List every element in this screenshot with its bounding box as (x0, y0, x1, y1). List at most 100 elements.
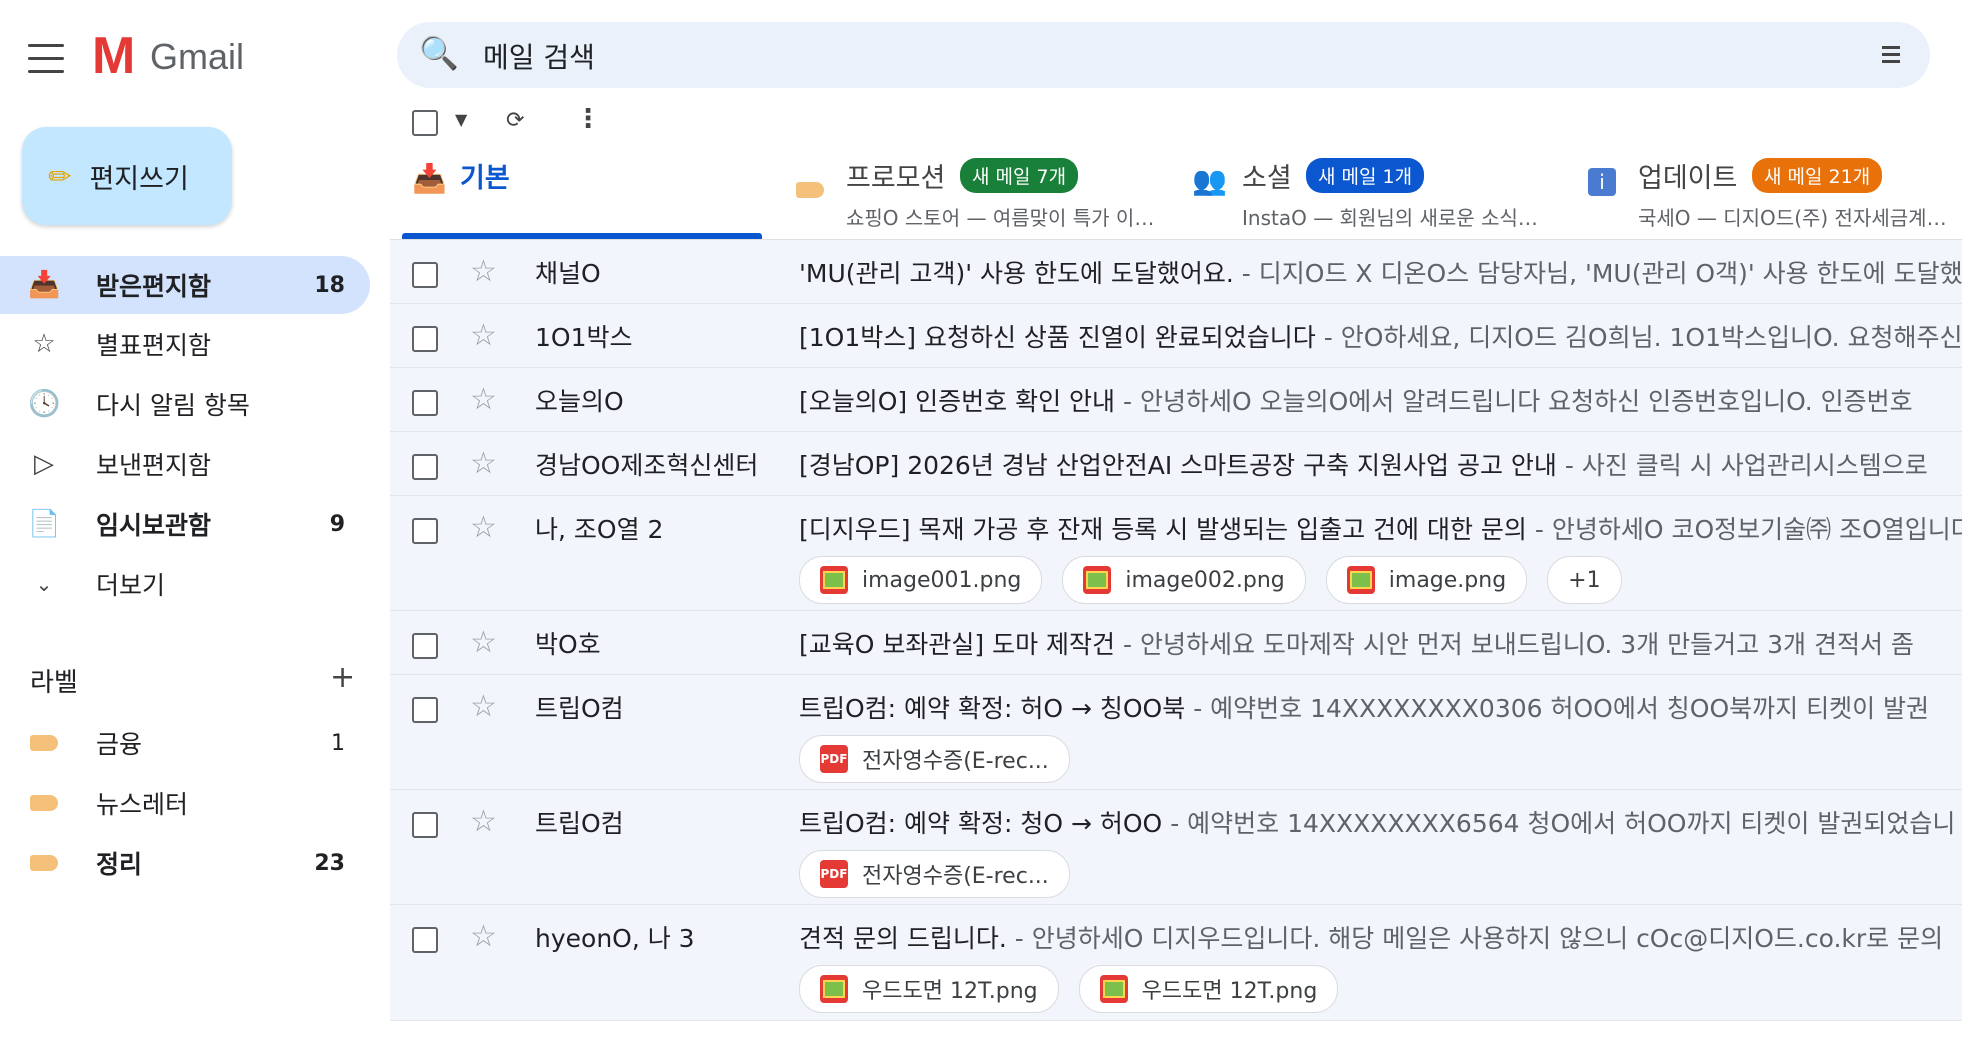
people-icon: 👥 (1192, 164, 1227, 197)
attachment-chip[interactable]: image001.png (799, 556, 1043, 604)
attachment-chip[interactable]: PDF 전자영수증(E-rec... (799, 850, 1070, 898)
tab-badge: 새 메일 7개 (960, 158, 1079, 193)
select-all-checkbox[interactable] (412, 110, 438, 136)
tab-updates[interactable]: i 업데이트 새 메일 21개 국세O — 디지O드(주) 전자세금계산서 (1588, 150, 1962, 240)
image-file-icon (820, 975, 848, 1003)
email-snippet: - 안녕하세O 오늘의O에서 알려드립니다 요청하신 인증번호입니O. 인증번호 (1115, 387, 1913, 416)
email-row[interactable]: ☆ 나, 조O열 2 [디지우드] 목재 가공 후 잔재 등록 시 발생되는 입… (390, 496, 1962, 611)
email-sender: 채널O (535, 259, 601, 288)
email-subject: [1O1박스] 요청하신 상품 진열이 완료되었습니다 (799, 323, 1316, 352)
email-sender: 1O1박스 (535, 323, 633, 352)
image-file-icon (820, 566, 848, 594)
star-icon[interactable]: ☆ (470, 919, 497, 954)
email-snippet: - 안녕하세O 디지우드입니다. 해당 메일은 사용하지 않으니 cOc@디지O… (1006, 924, 1944, 953)
label-tag-icon (28, 788, 60, 818)
tab-preview: InstaO — 회원님의 새로운 소식이 있습니다 (1242, 206, 1552, 230)
sidebar-item-count: 9 (329, 511, 345, 537)
sidebar-item-label: 다시 알림 항목 (96, 391, 250, 420)
email-row[interactable]: ☆ hyeonO, 나 3 견적 문의 드립니다. - 안녕하세O 디지우드입니… (390, 905, 1962, 1021)
sidebar-label-newsletter[interactable]: 뉴스레터 (0, 774, 370, 832)
row-checkbox[interactable] (412, 812, 438, 838)
sidebar-item-label: 임시보관함 (96, 511, 212, 540)
email-row[interactable]: ☆ 채널O 'MU(관리 고객)' 사용 한도에 도달했어요. - 디지O드 X… (390, 240, 1962, 304)
email-sender: 경남OO제조혁신센터 (535, 451, 759, 480)
search-icon[interactable]: 🔍 (419, 34, 459, 72)
search-input[interactable]: 메일 검색 (483, 36, 595, 76)
sidebar-item-sent[interactable]: ▷ 보낸편지함 (0, 435, 370, 493)
email-subject: [교육O 보좌관실] 도마 제작건 (799, 630, 1116, 659)
email-snippet: - 예약번호 14XXXXXXXX0306 허OO에서 칭OO북까지 티켓이 발… (1185, 694, 1930, 723)
star-icon[interactable]: ☆ (470, 446, 497, 481)
star-icon[interactable]: ☆ (470, 382, 497, 417)
search-options-icon[interactable] (1882, 46, 1900, 67)
sidebar-item-starred[interactable]: ☆ 별표편지함 (0, 315, 370, 373)
sidebar-item-count: 18 (314, 272, 345, 298)
star-icon[interactable]: ☆ (470, 625, 497, 660)
row-checkbox[interactable] (412, 326, 438, 352)
sidebar-item-more[interactable]: ⌄ 더보기 (0, 555, 370, 613)
row-checkbox[interactable] (412, 390, 438, 416)
star-icon[interactable]: ☆ (470, 689, 497, 724)
email-row[interactable]: ☆ 트립O컴 트립O컴: 예약 확정: 허O → 칭OO북 - 예약번호 14X… (390, 675, 1962, 790)
tab-label: 프로모션 (846, 163, 946, 194)
email-snippet: - 안O하세요, 디지O드 김O희님. 1O1박스입니O. 요청해주신 (1315, 323, 1962, 352)
attachment-chip[interactable]: 우드도면 12T.png (799, 965, 1059, 1013)
tab-preview: 국세O — 디지O드(주) 전자세금계산서 (1638, 206, 1948, 230)
email-subject: 견적 문의 드립니다. (799, 924, 1007, 953)
inbox-icon: 📥 (28, 270, 61, 300)
main-menu-button[interactable] (28, 44, 64, 74)
email-row[interactable]: ☆ 오늘의O [오늘의O] 인증번호 확인 안내 - 안녕하세O 오늘의O에서 … (390, 368, 1962, 432)
row-checkbox[interactable] (412, 633, 438, 659)
sidebar-item-drafts[interactable]: 📄 임시보관함 9 (0, 495, 370, 553)
star-icon[interactable]: ☆ (470, 254, 497, 289)
sidebar-label-name: 금융 (96, 730, 143, 759)
attachment-chip[interactable]: image.png (1325, 556, 1528, 604)
compose-button[interactable]: ✏ 편지쓰기 (22, 127, 232, 225)
search-bar[interactable]: 🔍 메일 검색 (397, 22, 1930, 88)
more-options-icon[interactable]: ⋮ (575, 104, 601, 134)
tab-promotions[interactable]: 프로모션 새 메일 7개 쇼핑O 스토어 — 여름맞이 특가 이벤트 (796, 150, 1166, 240)
sidebar-label-finance[interactable]: 금융 1 (0, 714, 370, 772)
select-dropdown-icon[interactable]: ▼ (455, 110, 467, 129)
add-label-button[interactable]: + (330, 660, 355, 695)
compose-label: 편지쓰기 (89, 163, 189, 195)
email-snippet: - 예약번호 14XXXXXXXX6564 청O에서 허OO까지 티켓이 발권되… (1162, 809, 1956, 838)
sidebar-item-inbox[interactable]: 📥 받은편지함 18 (0, 256, 370, 314)
tab-preview: 쇼핑O 스토어 — 여름맞이 특가 이벤트 (846, 206, 1166, 230)
tab-social[interactable]: 👥 소셜 새 메일 1개 InstaO — 회원님의 새로운 소식이 있습니다 (1192, 150, 1562, 240)
sidebar-item-label: 받은편지함 (96, 272, 212, 301)
email-sender: hyeonO, 나 3 (535, 924, 695, 953)
image-file-icon (1099, 975, 1128, 1003)
attachment-name: 전자영수증(E-rec... (862, 749, 1049, 774)
star-icon[interactable]: ☆ (470, 804, 497, 839)
star-icon[interactable]: ☆ (470, 318, 497, 353)
row-checkbox[interactable] (412, 697, 438, 723)
attachment-chip[interactable]: PDF 전자영수증(E-rec... (799, 735, 1070, 783)
email-snippet: - 사진 클릭 시 사업관리시스템으로 (1556, 451, 1928, 480)
email-subject: [디지우드] 목재 가공 후 잔재 등록 시 발생되는 입출고 건에 대한 문의 (799, 515, 1527, 544)
email-row[interactable]: ☆ 박O호 [교육O 보좌관실] 도마 제작건 - 안녕하세요 도마제작 시안 … (390, 611, 1962, 675)
row-checkbox[interactable] (412, 927, 438, 953)
sidebar-item-snoozed[interactable]: 🕓 다시 알림 항목 (0, 375, 370, 433)
sidebar-label-organize[interactable]: 정리 23 (0, 834, 370, 892)
attachment-chip[interactable]: 우드도면 12T.png (1078, 965, 1339, 1013)
refresh-icon[interactable]: ⟳ (506, 108, 524, 133)
tab-primary[interactable]: 📥 기본 (412, 150, 762, 240)
sidebar-item-label: 별표편지함 (96, 331, 212, 360)
gmail-logo-text[interactable]: Gmail (150, 34, 244, 80)
row-checkbox[interactable] (412, 518, 438, 544)
inbox-icon: 📥 (412, 162, 447, 195)
email-row[interactable]: ☆ 1O1박스 [1O1박스] 요청하신 상품 진열이 완료되었습니다 - 안O… (390, 304, 1962, 368)
star-icon[interactable]: ☆ (470, 510, 497, 545)
send-icon: ▷ (34, 449, 54, 479)
more-attachments-chip[interactable]: +1 (1547, 556, 1622, 604)
email-sender: 박O호 (535, 630, 601, 659)
gmail-logo-icon[interactable]: M (92, 26, 135, 86)
row-checkbox[interactable] (412, 454, 438, 480)
attachment-chip[interactable]: image002.png (1062, 556, 1306, 604)
clock-icon: 🕓 (28, 389, 61, 419)
email-row[interactable]: ☆ 경남OO제조혁신센터 [경남OP] 2026년 경남 산업안전AI 스마트공… (390, 432, 1962, 496)
tag-icon (796, 172, 824, 205)
email-row[interactable]: ☆ 트립O컴 트립O컴: 예약 확정: 청O → 허OO - 예약번호 14XX… (390, 790, 1962, 905)
row-checkbox[interactable] (412, 262, 438, 288)
